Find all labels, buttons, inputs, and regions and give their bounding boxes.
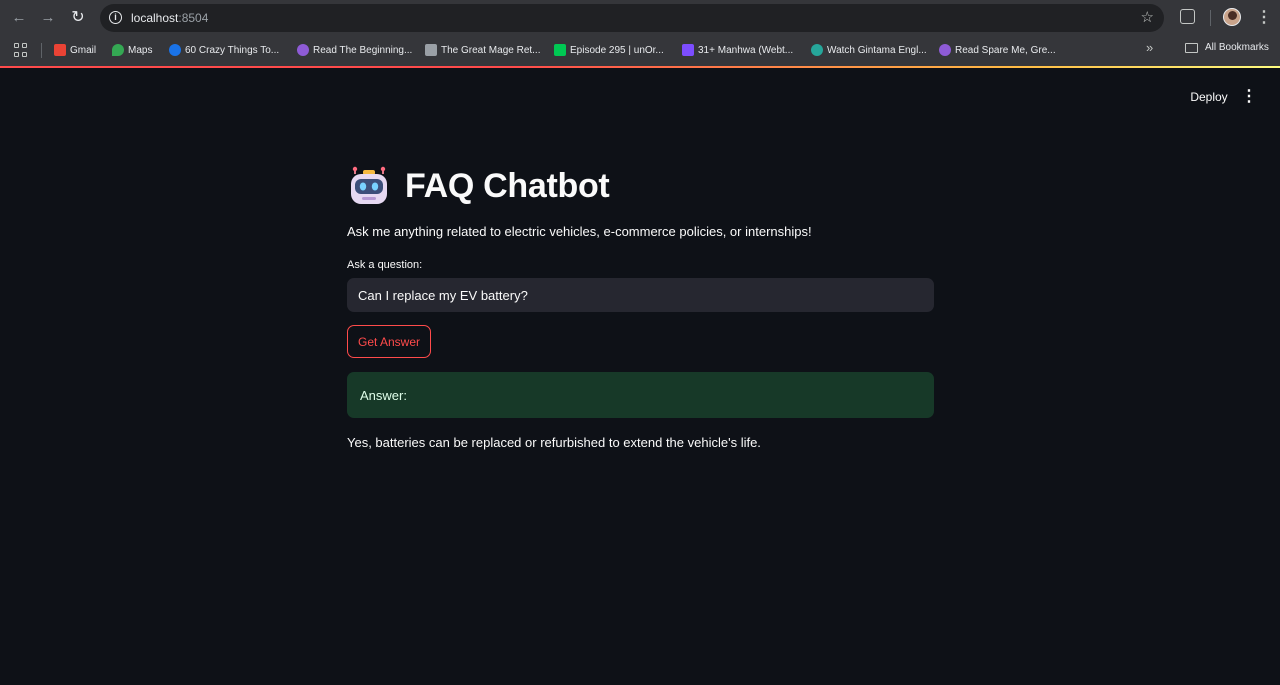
address-url[interactable]: localhost:8504 [131, 11, 208, 25]
bookmark-star-icon[interactable]: ☆ [1141, 8, 1154, 26]
reload-icon[interactable]: ↻ [68, 8, 88, 28]
page-title: FAQ Chatbot [347, 164, 610, 208]
robot-icon [351, 166, 387, 204]
bookmark-manhwa[interactable]: 31+ Manhwa (Webt... [682, 42, 793, 58]
manga-site-icon [939, 44, 951, 56]
back-icon[interactable]: ← [9, 8, 29, 28]
get-answer-button[interactable]: Get Answer [347, 325, 431, 358]
browser-chrome: ← → ↻ i localhost:8504 ☆ ⋮ Gmail Maps 60… [0, 0, 1280, 66]
bookmark-read-the-beginning[interactable]: Read The Beginning... [297, 42, 412, 58]
all-bookmarks-button[interactable]: All Bookmarks [1185, 42, 1269, 53]
bookmark-read-spare-me[interactable]: Read Spare Me, Gre... [939, 42, 1056, 58]
more-bookmarks-chevron-icon[interactable]: » [1146, 40, 1153, 55]
bookmark-maps[interactable]: Maps [112, 42, 152, 58]
apps-grid-icon[interactable] [14, 43, 28, 57]
bookmark-great-mage[interactable]: The Great Mage Ret... [425, 42, 541, 58]
bookmarks-divider [41, 43, 42, 58]
forward-icon[interactable]: → [38, 8, 58, 28]
bookmark-gmail[interactable]: Gmail [54, 42, 96, 58]
answer-alert: Answer: [347, 372, 934, 418]
address-bar[interactable]: i localhost:8504 ☆ [100, 4, 1164, 32]
question-label: Ask a question: [347, 259, 423, 271]
bookmarks-bar: Gmail Maps 60 Crazy Things To... Read Th… [0, 36, 1280, 64]
answer-label: Answer: [360, 387, 407, 403]
app-top-decoration [0, 66, 1280, 68]
browser-toolbar: ← → ↻ i localhost:8504 ☆ ⋮ [0, 0, 1280, 36]
extensions-icon[interactable] [1180, 9, 1195, 24]
maps-icon [112, 44, 124, 56]
question-input[interactable] [347, 278, 934, 312]
bookmark-gintama[interactable]: Watch Gintama Engl... [811, 42, 927, 58]
purple-site-icon [682, 44, 694, 56]
teal-site-icon [811, 44, 823, 56]
folder-icon [1185, 42, 1198, 53]
toolbar-divider [1210, 10, 1211, 26]
subtitle-text: Ask me anything related to electric vehi… [347, 224, 812, 239]
site-info-icon[interactable]: i [109, 11, 122, 24]
bookmark-episode-295[interactable]: Episode 295 | unOr... [554, 42, 664, 58]
gmail-icon [54, 44, 66, 56]
answer-text: Yes, batteries can be replaced or refurb… [347, 435, 761, 450]
profile-avatar[interactable] [1223, 8, 1241, 26]
browser-menu-icon[interactable]: ⋮ [1256, 8, 1272, 28]
green-site-icon [554, 44, 566, 56]
manga-site-icon [297, 44, 309, 56]
mountain-icon [169, 44, 181, 56]
title-text: FAQ Chatbot [405, 166, 610, 205]
deploy-button[interactable]: Deploy [1182, 86, 1236, 108]
manga-cover-icon [425, 44, 437, 56]
app-menu-icon[interactable]: ⋮ [1240, 86, 1258, 108]
bookmark-60-crazy-things[interactable]: 60 Crazy Things To... [169, 42, 279, 58]
